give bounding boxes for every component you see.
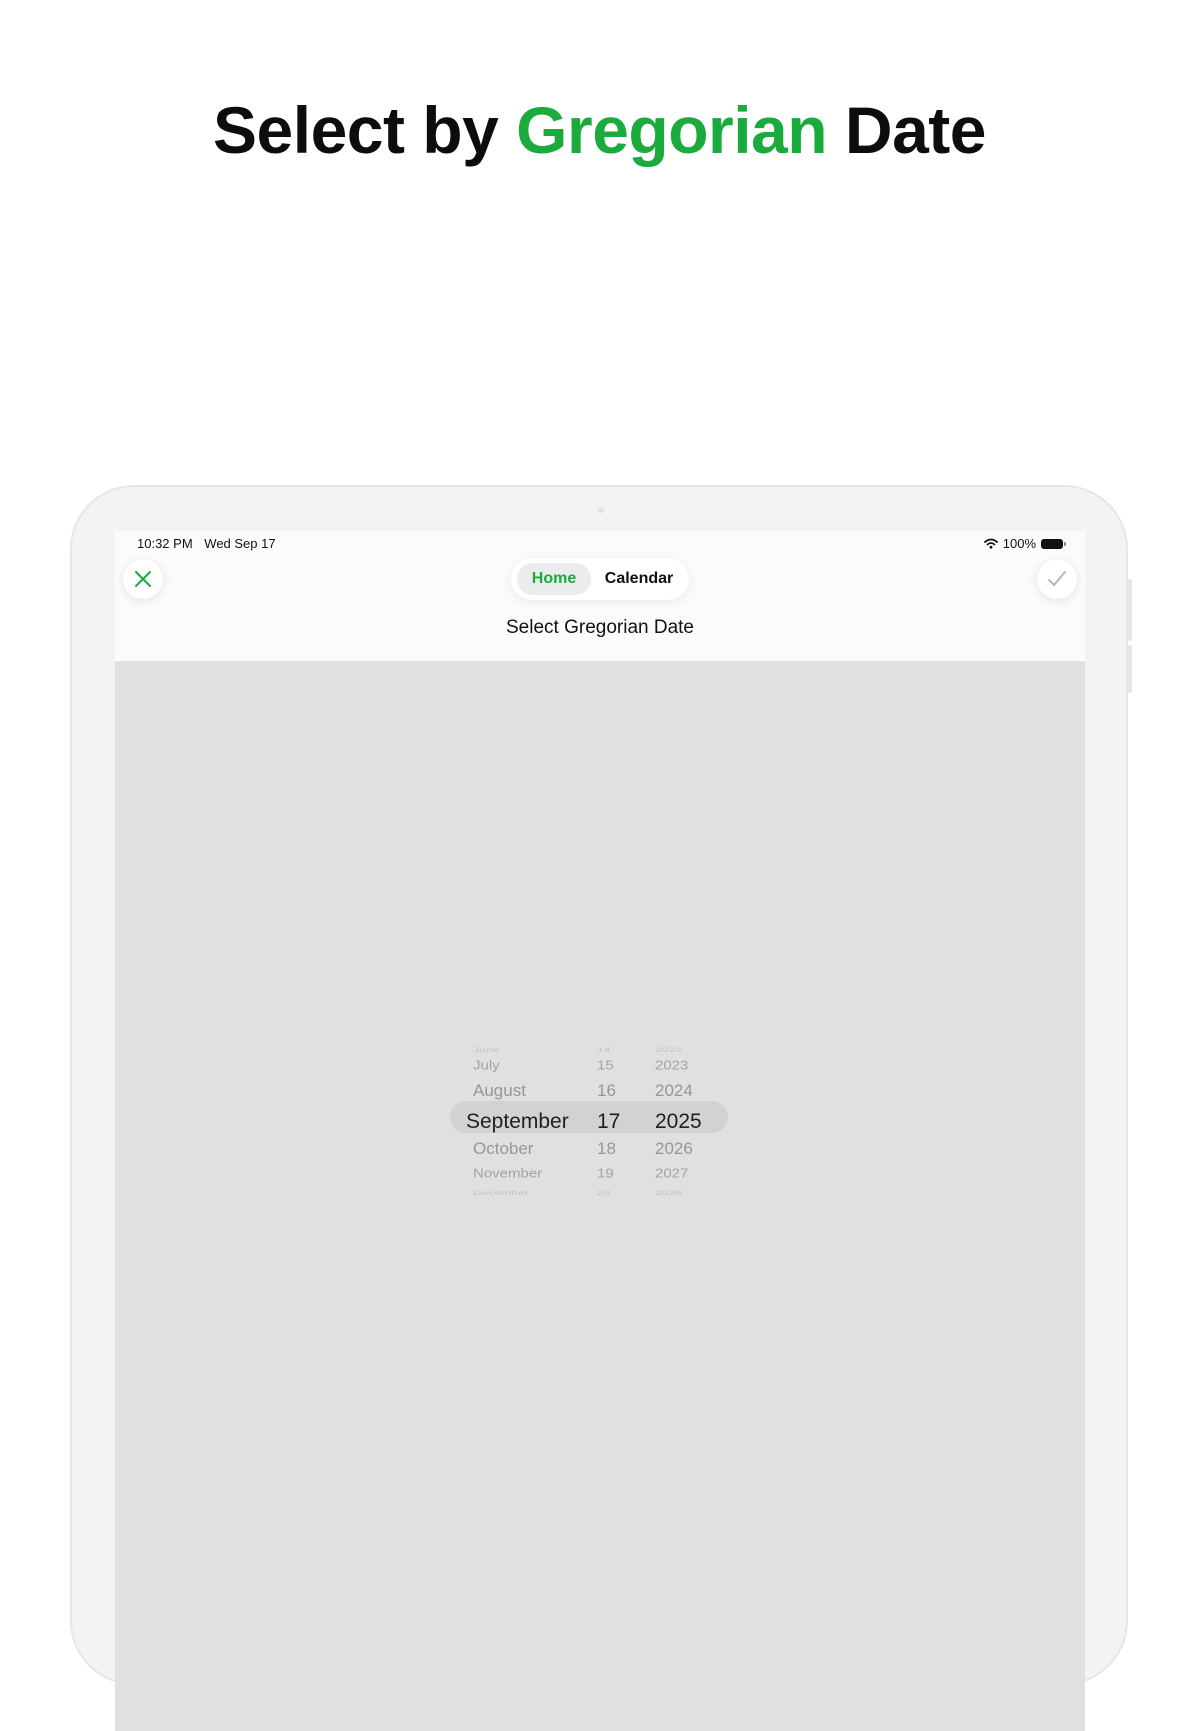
picker-day: 18 <box>597 1139 616 1158</box>
navigation-bar: 10:32 PM Wed Sep 17 100% Home Calendar S… <box>115 531 1085 661</box>
volume-up-button <box>1128 579 1132 641</box>
tablet-frame: 10:32 PM Wed Sep 17 100% Home Calendar S… <box>70 485 1132 1731</box>
picker-row-selected[interactable]: September 17 2025 <box>445 1110 735 1140</box>
picker-year: 2026 <box>655 1139 693 1158</box>
close-button[interactable] <box>123 559 163 599</box>
picker-day: 20 <box>597 1188 611 1197</box>
picker-year: 2028 <box>655 1188 682 1197</box>
picker-row[interactable]: August 16 2024 <box>445 1082 735 1111</box>
headline-accent: Gregorian <box>516 93 828 167</box>
status-bar-right: 100% <box>983 536 1066 551</box>
picker-month: November <box>473 1166 543 1181</box>
headline: Select by Gregorian Date <box>0 92 1199 168</box>
tab-home[interactable]: Home <box>517 563 591 595</box>
picker-month: July <box>473 1058 500 1073</box>
picker-row[interactable]: December 20 2028 <box>445 1189 735 1206</box>
headline-before: Select by <box>213 93 517 167</box>
picker-month: October <box>473 1139 534 1158</box>
picker-day: 14 <box>597 1045 611 1054</box>
tab-calendar[interactable]: Calendar <box>595 563 683 595</box>
confirm-button[interactable] <box>1037 559 1077 599</box>
xmark-icon <box>135 571 151 587</box>
picker-year: 2022 <box>655 1045 682 1054</box>
date-picker-wheel[interactable]: June 14 2022 July 15 2023 August 16 2024 Septembe… <box>445 1031 735 1211</box>
picker-row[interactable]: October 18 2026 <box>445 1140 735 1169</box>
picker-month: December <box>473 1188 529 1197</box>
picker-year: 2023 <box>655 1058 689 1073</box>
status-date: Wed Sep 17 <box>204 536 276 551</box>
view-switcher: Home Calendar <box>511 558 689 600</box>
picker-day: 16 <box>597 1081 616 1100</box>
battery-icon <box>1041 538 1066 549</box>
headline-after: Date <box>827 93 987 167</box>
picker-day: 19 <box>597 1166 614 1181</box>
picker-year: 2027 <box>655 1166 689 1181</box>
picker-day: 17 <box>597 1110 621 1133</box>
status-time: 10:32 PM <box>137 536 193 551</box>
page-title: Select Gregorian Date <box>506 617 694 638</box>
picker-day: 15 <box>597 1058 614 1073</box>
wifi-icon <box>983 538 998 549</box>
picker-year: 2025 <box>655 1110 702 1133</box>
camera-dot <box>598 507 604 513</box>
app-screen: 10:32 PM Wed Sep 17 100% Home Calendar S… <box>115 531 1085 1731</box>
picker-year: 2024 <box>655 1081 693 1100</box>
volume-down-button <box>1128 645 1132 693</box>
picker-row[interactable]: July 15 2023 <box>445 1058 735 1084</box>
battery-percent: 100% <box>1002 536 1036 551</box>
picker-month: June <box>473 1045 500 1054</box>
status-bar-left: 10:32 PM Wed Sep 17 <box>137 536 284 551</box>
picker-month: September <box>466 1110 569 1133</box>
picker-month: August <box>473 1081 526 1100</box>
checkmark-icon <box>1048 571 1066 586</box>
